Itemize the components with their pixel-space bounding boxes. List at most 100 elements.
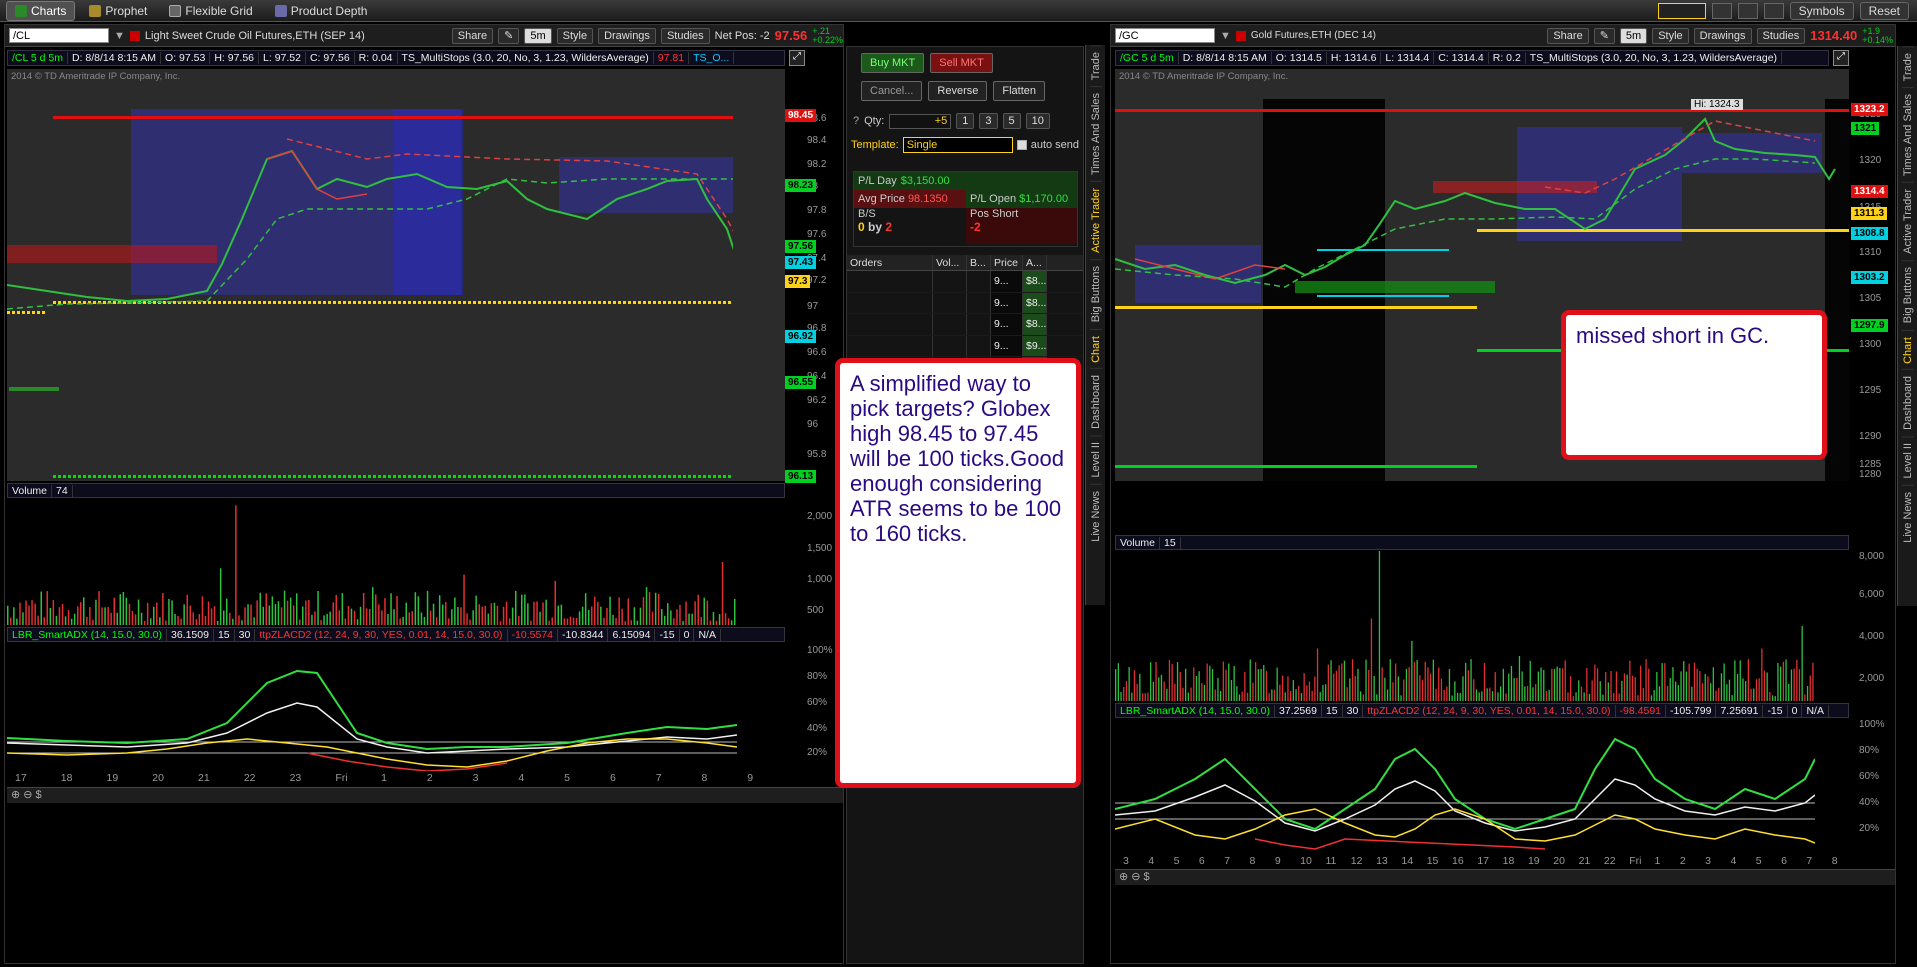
- side-tab-times-and-sales[interactable]: Times And Sales: [1089, 86, 1102, 182]
- side-tab-active-trader[interactable]: Active Trader: [1089, 181, 1102, 260]
- left-expand-icon[interactable]: ⤢: [789, 50, 805, 66]
- order-row[interactable]: 9... $8...: [847, 271, 1083, 293]
- orders-col-header[interactable]: Orders: [847, 255, 933, 270]
- side-tab-active-trader[interactable]: Active Trader: [1901, 182, 1914, 261]
- order-ask-cell[interactable]: $8...: [1023, 292, 1047, 313]
- left-style-button[interactable]: Style: [556, 27, 594, 44]
- side-tab-times-and-sales[interactable]: Times And Sales: [1901, 87, 1914, 183]
- order-cell[interactable]: [847, 292, 933, 313]
- right-symbol-dropdown-icon[interactable]: ▼: [1220, 30, 1231, 42]
- flexible-grid-tab[interactable]: Flexible Grid: [161, 2, 260, 20]
- order-price-cell[interactable]: 9...: [991, 271, 1023, 292]
- left-period-button[interactable]: 5m: [524, 27, 552, 44]
- auto-send-checkbox[interactable]: [1016, 140, 1027, 150]
- volume-bar: [402, 617, 404, 625]
- right-price-axis-labels: 1325 1320 1315 1310 1305 1300 1295 1290 …: [1851, 69, 1895, 481]
- right-drawings-button[interactable]: Drawings: [1693, 27, 1752, 44]
- link-icon[interactable]: [1737, 3, 1758, 19]
- side-tab-big-buttons[interactable]: Big Buttons: [1089, 259, 1102, 329]
- left-volume-chart[interactable]: [7, 499, 785, 625]
- order-cell[interactable]: [967, 335, 991, 356]
- side-tab-dashboard[interactable]: Dashboard: [1089, 368, 1102, 436]
- order-price-cell[interactable]: 9...: [991, 314, 1023, 335]
- flatten-button[interactable]: Flatten: [993, 81, 1046, 101]
- template-select[interactable]: Single: [902, 137, 1013, 153]
- order-row[interactable]: 9... $8...: [847, 314, 1083, 336]
- order-ask-cell[interactable]: $9...: [1023, 335, 1047, 356]
- cancel-button[interactable]: Cancel...: [861, 81, 923, 101]
- order-price-cell[interactable]: 9...: [991, 335, 1023, 356]
- right-adx-tick: 40%: [1859, 797, 1880, 808]
- order-cell[interactable]: [847, 335, 933, 356]
- order-cell[interactable]: [967, 292, 991, 313]
- order-cell[interactable]: [847, 314, 933, 335]
- order-row[interactable]: 9... $8...: [847, 292, 1083, 314]
- side-tab-live-news[interactable]: Live News: [1901, 484, 1914, 549]
- right-share-button[interactable]: Share: [1547, 27, 1589, 44]
- product-depth-tab[interactable]: Product Depth: [267, 2, 376, 20]
- side-tab-chart[interactable]: Chart: [1901, 329, 1914, 370]
- layout-selector[interactable]: [1657, 3, 1706, 19]
- right-period-button[interactable]: 5m: [1619, 27, 1648, 44]
- left-studies-button[interactable]: Studies: [660, 27, 710, 44]
- right-symbol-input[interactable]: /GC: [1115, 28, 1215, 43]
- buy-mkt-button[interactable]: Buy MKT: [861, 53, 925, 73]
- right-expand-icon[interactable]: ⤢: [1833, 50, 1849, 66]
- right-adx-chart[interactable]: [1115, 719, 1849, 853]
- order-ask-cell[interactable]: $8...: [1023, 314, 1047, 335]
- side-tab-chart[interactable]: Chart: [1089, 328, 1102, 369]
- order-row[interactable]: 9... $9...: [847, 335, 1083, 357]
- volume-col-header[interactable]: Vol...: [933, 255, 967, 270]
- right-studies-button[interactable]: Studies: [1756, 27, 1806, 44]
- side-tab-level-ii[interactable]: Level II: [1089, 435, 1102, 484]
- ask-col-header[interactable]: A...: [1023, 255, 1047, 270]
- side-tab-dashboard[interactable]: Dashboard: [1901, 369, 1914, 437]
- order-price-cell[interactable]: 9...: [991, 292, 1023, 313]
- order-cell[interactable]: [933, 335, 967, 356]
- order-cell[interactable]: [933, 271, 967, 292]
- right-volume-chart[interactable]: [1115, 551, 1849, 701]
- left-drawings-button[interactable]: Drawings: [598, 27, 656, 44]
- order-cell[interactable]: [967, 314, 991, 335]
- charts-tab[interactable]: Charts: [6, 0, 76, 21]
- price-col-header[interactable]: Price: [991, 255, 1023, 270]
- volume-bar: [496, 605, 499, 625]
- left-tools-icon[interactable]: ✎: [498, 27, 520, 44]
- order-cell[interactable]: [847, 271, 933, 292]
- right-style-button[interactable]: Style: [1652, 27, 1689, 44]
- left-symbol-input[interactable]: /CL: [9, 28, 109, 43]
- order-cell[interactable]: [933, 292, 967, 313]
- qty-10-button[interactable]: 10: [1025, 113, 1050, 129]
- order-ask-cell[interactable]: $8...: [1023, 271, 1047, 292]
- volume-bar: [600, 606, 602, 625]
- prophet-tab[interactable]: Prophet: [81, 2, 155, 20]
- side-tab-big-buttons[interactable]: Big Buttons: [1901, 260, 1914, 330]
- qty-1-button[interactable]: 1: [956, 113, 975, 129]
- reverse-button[interactable]: Reverse: [928, 81, 988, 101]
- grid-layout-icon[interactable]: [1711, 3, 1732, 19]
- qty-input[interactable]: +5: [889, 113, 952, 129]
- volume-bar: [502, 606, 505, 625]
- order-cell[interactable]: [967, 271, 991, 292]
- symbols-button[interactable]: Symbols: [1789, 2, 1854, 20]
- sell-mkt-button[interactable]: Sell MKT: [930, 53, 993, 73]
- left-symbol-dropdown-icon[interactable]: ▼: [114, 30, 125, 42]
- left-share-button[interactable]: Share: [451, 27, 494, 44]
- settings-icon[interactable]: [1763, 3, 1784, 19]
- right-tools-icon[interactable]: ✎: [1593, 27, 1615, 44]
- order-cell[interactable]: [933, 314, 967, 335]
- reset-button[interactable]: Reset: [1859, 2, 1909, 20]
- side-tab-live-news[interactable]: Live News: [1089, 483, 1102, 548]
- right-zoom-icon[interactable]: ⊕ ⊖ $: [1115, 871, 1150, 883]
- volume-bar: [594, 596, 596, 625]
- side-tab-trade[interactable]: Trade: [1089, 45, 1102, 87]
- qty-5-button[interactable]: 5: [1002, 113, 1021, 129]
- bid-col-header[interactable]: B...: [967, 255, 991, 270]
- qty-3-button[interactable]: 3: [979, 113, 998, 129]
- left-adx-chart[interactable]: [7, 643, 785, 771]
- left-zoom-icon[interactable]: ⊕ ⊖ $: [7, 789, 42, 801]
- qty-help-icon[interactable]: ?: [853, 115, 859, 127]
- side-tab-trade[interactable]: Trade: [1901, 46, 1914, 88]
- side-tab-level-ii[interactable]: Level II: [1901, 436, 1914, 485]
- left-price-chart[interactable]: 2014 © TD Ameritrade IP Company, Inc.: [7, 69, 785, 481]
